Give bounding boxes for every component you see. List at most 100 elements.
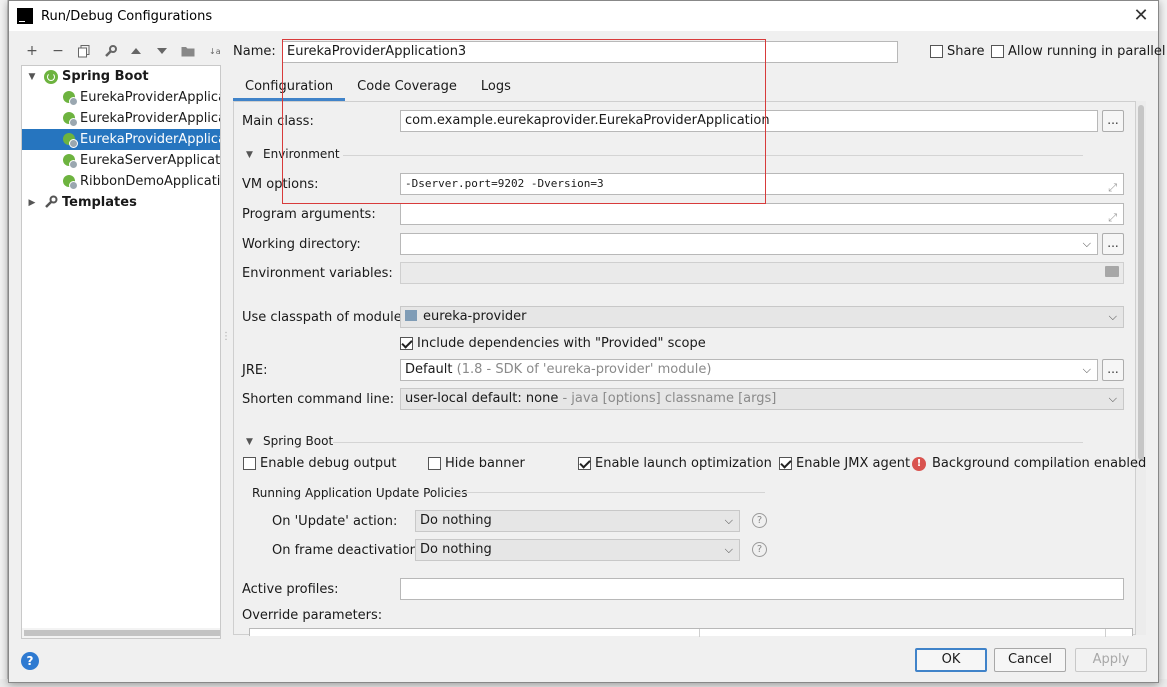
browse-folder-icon[interactable] xyxy=(1105,266,1119,277)
tree-item-label: EurekaProviderApplicati xyxy=(80,132,221,147)
copy-icon[interactable] xyxy=(73,41,95,61)
shorten-command-line-combo[interactable]: user-local default: none - java [options… xyxy=(400,388,1124,410)
enable-debug-box[interactable] xyxy=(243,457,256,470)
splitter-handle[interactable]: ⋮ xyxy=(221,331,231,345)
tree-item-config-1[interactable]: EurekaProviderApplicati xyxy=(22,87,220,108)
tree-item-label: EurekaProviderApplicati xyxy=(80,111,221,126)
tree-item-config-2[interactable]: EurekaProviderApplicati xyxy=(22,108,220,129)
name-input[interactable]: EurekaProviderApplication3 xyxy=(282,41,898,63)
name-label: Name: xyxy=(233,44,276,59)
chevron-down-icon[interactable]: ⌵ xyxy=(1109,307,1117,327)
table-column-value xyxy=(700,629,1106,637)
vm-options-value: -Dserver.port=9202 -Dversion=3 xyxy=(405,177,604,190)
help-icon[interactable]: ? xyxy=(21,652,39,670)
window-title: Run/Debug Configurations xyxy=(41,8,213,24)
chevron-down-icon[interactable]: ⌵ xyxy=(725,511,733,531)
update-policies-divider xyxy=(457,492,765,493)
allow-parallel-checkbox[interactable]: Allow running in parallel xyxy=(991,44,1165,59)
include-provided-checkbox[interactable]: Include dependencies with "Provided" sco… xyxy=(400,336,706,351)
tree-horizontal-scrollbar[interactable] xyxy=(22,628,220,638)
help-icon[interactable]: ? xyxy=(752,542,767,557)
tree-item-label: EurekaProviderApplicati xyxy=(80,90,221,105)
program-arguments-input[interactable]: ⤢ xyxy=(400,203,1124,225)
jre-label: JRE: xyxy=(242,363,268,378)
expand-icon[interactable]: ▶ xyxy=(26,198,38,208)
jmx-agent-box[interactable] xyxy=(779,457,792,470)
share-checkbox-box[interactable] xyxy=(930,45,943,58)
panel-vertical-scrollbar[interactable] xyxy=(1136,101,1146,635)
environment-collapse-icon[interactable]: ▼ xyxy=(246,150,253,160)
include-provided-box[interactable] xyxy=(400,337,413,350)
tree-item-config-5[interactable]: RibbonDemoApplication xyxy=(22,171,220,192)
on-frame-value: Do nothing xyxy=(420,542,492,557)
move-down-icon[interactable] xyxy=(151,41,173,61)
environment-section-title: Environment xyxy=(263,147,340,161)
spring-boot-collapse-icon[interactable]: ▼ xyxy=(246,437,253,447)
allow-parallel-label: Allow running in parallel xyxy=(1008,44,1166,59)
add-icon[interactable]: + xyxy=(21,41,43,61)
folder-icon[interactable] xyxy=(177,41,199,61)
include-provided-label: Include dependencies with "Provided" sco… xyxy=(417,336,706,351)
override-parameters-table[interactable] xyxy=(249,628,1133,637)
help-icon[interactable]: ? xyxy=(752,513,767,528)
tree-item-config-3-selected[interactable]: EurekaProviderApplicati xyxy=(22,129,220,150)
tree-item-config-4[interactable]: EurekaServerApplication xyxy=(22,150,220,171)
collapse-icon[interactable]: ▼ xyxy=(26,72,38,82)
classpath-module-combo[interactable]: eureka-provider ⌵ xyxy=(400,306,1124,328)
tab-code-coverage[interactable]: Code Coverage xyxy=(345,73,469,101)
chevron-down-icon[interactable]: ⌵ xyxy=(1109,389,1117,409)
environment-divider xyxy=(343,155,1083,156)
on-frame-deactivation-combo[interactable]: Do nothing ⌵ xyxy=(415,539,740,561)
tab-logs[interactable]: Logs xyxy=(469,73,523,101)
title-bar: Run/Debug Configurations ✕ xyxy=(9,1,1158,31)
cancel-button[interactable]: Cancel xyxy=(994,648,1066,672)
apply-button[interactable]: Apply xyxy=(1075,648,1147,672)
jmx-agent-checkbox[interactable]: Enable JMX agent xyxy=(779,456,910,471)
enable-debug-checkbox[interactable]: Enable debug output xyxy=(243,456,396,471)
tree-node-spring-boot[interactable]: ▼ Spring Boot xyxy=(22,66,220,87)
background-compilation-label: Background compilation enabled xyxy=(932,456,1147,471)
launch-optimization-box[interactable] xyxy=(578,457,591,470)
on-update-combo[interactable]: Do nothing ⌵ xyxy=(415,510,740,532)
override-parameters-label: Override parameters: xyxy=(242,608,383,623)
main-class-input[interactable]: com.example.eurekaprovider.EurekaProvide… xyxy=(400,110,1098,132)
environment-variables-input[interactable] xyxy=(400,262,1124,284)
error-icon: ! xyxy=(912,456,926,471)
allow-parallel-box[interactable] xyxy=(991,45,1004,58)
jre-browse-button[interactable]: ... xyxy=(1102,359,1124,381)
hide-banner-checkbox[interactable]: Hide banner xyxy=(428,456,525,471)
expand-field-icon[interactable]: ⤢ xyxy=(1108,208,1117,224)
share-checkbox[interactable]: Share xyxy=(930,44,985,59)
launch-optimization-label: Enable launch optimization xyxy=(595,456,772,471)
chevron-down-icon[interactable]: ⌵ xyxy=(1083,360,1091,380)
launch-optimization-checkbox[interactable]: Enable launch optimization xyxy=(578,456,772,471)
shorten-value: user-local default: none xyxy=(405,391,559,406)
share-label: Share xyxy=(947,44,985,59)
classpath-module-label: Use classpath of module: xyxy=(242,310,407,325)
vm-options-label: VM options: xyxy=(242,177,319,192)
tree-node-templates[interactable]: ▶ Templates xyxy=(22,192,220,213)
vm-options-input[interactable]: -Dserver.port=9202 -Dversion=3 ⤢ xyxy=(400,173,1124,195)
hide-banner-box[interactable] xyxy=(428,457,441,470)
main-class-browse-button[interactable]: ... xyxy=(1102,110,1124,132)
ok-button[interactable]: OK xyxy=(915,648,987,672)
chevron-down-icon[interactable]: ⌵ xyxy=(1083,234,1091,254)
wrench-icon[interactable] xyxy=(99,41,121,61)
spring-run-config-icon xyxy=(62,111,78,127)
jre-combo[interactable]: Default (1.8 - SDK of 'eureka-provider' … xyxy=(400,359,1098,381)
sort-icon[interactable]: ↓a xyxy=(203,41,225,61)
remove-icon[interactable]: − xyxy=(47,41,69,61)
configuration-tree: ▼ Spring Boot EurekaProviderApplicati Eu… xyxy=(21,65,221,639)
tab-configuration[interactable]: Configuration xyxy=(233,73,346,101)
chevron-down-icon[interactable]: ⌵ xyxy=(725,540,733,560)
on-frame-deactivation-label: On frame deactivation: xyxy=(272,543,423,558)
spring-boot-icon xyxy=(44,69,58,84)
active-profiles-input[interactable] xyxy=(400,578,1124,600)
close-icon[interactable]: ✕ xyxy=(1130,5,1152,27)
classpath-module-value: eureka-provider xyxy=(423,309,527,324)
working-directory-combo[interactable]: ⌵ xyxy=(400,233,1098,255)
expand-field-icon[interactable]: ⤢ xyxy=(1108,178,1117,194)
enable-debug-label: Enable debug output xyxy=(260,456,397,471)
working-directory-browse-button[interactable]: ... xyxy=(1102,233,1124,255)
move-up-icon[interactable] xyxy=(125,41,147,61)
